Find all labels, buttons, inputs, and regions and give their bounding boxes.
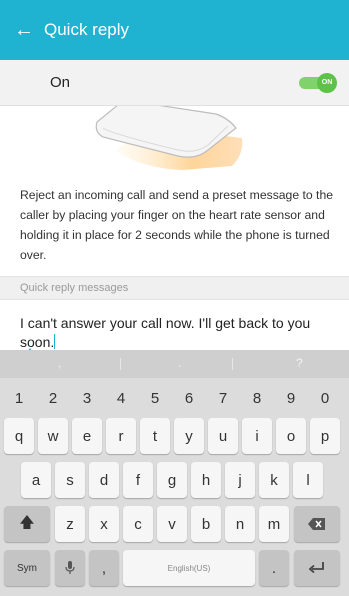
switch-thumb: ON [317, 72, 337, 93]
key-9[interactable]: 9 [276, 384, 306, 412]
key-7[interactable]: 7 [208, 384, 238, 412]
shift-key[interactable]: 🡅 [4, 506, 50, 542]
quick-reply-toggle-row[interactable]: On ON [0, 60, 349, 106]
backspace-key[interactable] [294, 506, 340, 542]
key-p[interactable]: p [310, 418, 340, 454]
key-o[interactable]: o [276, 418, 306, 454]
key-4[interactable]: 4 [106, 384, 136, 412]
key-m[interactable]: m [259, 506, 289, 542]
quick-reply-switch[interactable]: ON [299, 72, 337, 93]
key-q[interactable]: q [4, 418, 34, 454]
arrow-left-icon: ← [14, 18, 34, 41]
toggle-label: On [50, 74, 71, 91]
key-n[interactable]: n [225, 506, 255, 542]
app-bar: ← Quick reply [0, 0, 349, 60]
suggestion-comma[interactable]: , [58, 356, 61, 370]
enter-key[interactable] [294, 550, 340, 586]
key-6[interactable]: 6 [174, 384, 204, 412]
text-cursor [54, 334, 56, 349]
comma-key[interactable]: , [89, 550, 119, 586]
key-d[interactable]: d [89, 462, 119, 498]
quick-reply-messages-header: Quick reply messages [0, 276, 349, 300]
suggestion-divider [232, 358, 233, 370]
key-y[interactable]: y [174, 418, 204, 454]
suggestion-divider [120, 358, 121, 370]
key-c[interactable]: c [123, 506, 153, 542]
key-8[interactable]: 8 [242, 384, 272, 412]
suggestion-period[interactable]: . [178, 356, 181, 370]
period-key[interactable]: . [259, 550, 289, 586]
key-j[interactable]: j [225, 462, 255, 498]
key-l[interactable]: l [293, 462, 323, 498]
section-header-label: Quick reply messages [20, 282, 129, 294]
key-5[interactable]: 5 [140, 384, 170, 412]
key-r[interactable]: r [106, 418, 136, 454]
key-b[interactable]: b [191, 506, 221, 542]
backspace-icon [308, 518, 325, 530]
key-2[interactable]: 2 [38, 384, 68, 412]
suggestion-bar: , . ? [0, 350, 349, 378]
key-0[interactable]: 0 [310, 384, 340, 412]
phone-illustration [0, 106, 349, 176]
key-t[interactable]: t [140, 418, 170, 454]
key-a[interactable]: a [21, 462, 51, 498]
page-title: Quick reply [44, 20, 130, 39]
message-text: I can't answer your call now. I'll get b… [20, 315, 311, 350]
key-f[interactable]: f [123, 462, 153, 498]
key-x[interactable]: x [89, 506, 119, 542]
key-3[interactable]: 3 [72, 384, 102, 412]
key-i[interactable]: i [242, 418, 272, 454]
key-s[interactable]: s [55, 462, 85, 498]
key-w[interactable]: w [38, 418, 68, 454]
phone-icon [95, 106, 243, 170]
quick-reply-message-field[interactable]: I can't answer your call now. I'll get b… [20, 314, 342, 352]
feature-description: Reject an incoming call and send a prese… [20, 188, 333, 262]
back-button[interactable]: ← [0, 0, 40, 60]
key-v[interactable]: v [157, 506, 187, 542]
space-key[interactable]: English(US) [123, 550, 255, 586]
shift-arrow-icon: 🡅 [19, 513, 35, 531]
key-e[interactable]: e [72, 418, 102, 454]
sym-key[interactable]: Sym [4, 550, 50, 586]
key-g[interactable]: g [157, 462, 187, 498]
microphone-icon [65, 561, 75, 574]
soft-keyboard: , . ? 1 2 3 4 5 6 7 8 9 0 q w e r t y u … [0, 350, 349, 596]
key-h[interactable]: h [191, 462, 221, 498]
voice-input-key[interactable] [55, 550, 85, 586]
key-u[interactable]: u [208, 418, 238, 454]
key-k[interactable]: k [259, 462, 289, 498]
enter-arrow-icon [309, 562, 324, 574]
key-1[interactable]: 1 [4, 384, 34, 412]
key-z[interactable]: z [55, 506, 85, 542]
suggestion-question[interactable]: ? [296, 356, 303, 370]
